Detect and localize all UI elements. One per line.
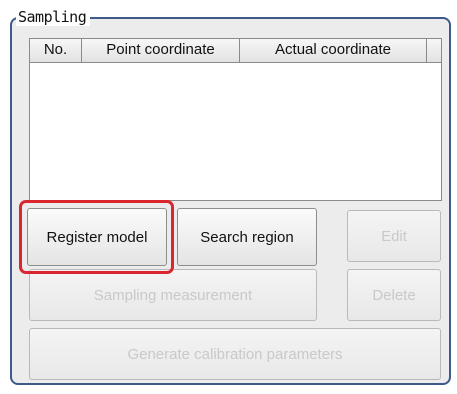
column-header-actual-coordinate[interactable]: Actual coordinate (240, 39, 427, 62)
column-header-point-coordinate[interactable]: Point coordinate (82, 39, 240, 62)
generate-calibration-parameters-button[interactable]: Generate calibration parameters (29, 328, 441, 380)
search-region-button[interactable]: Search region (177, 208, 317, 266)
column-header-empty (427, 39, 441, 62)
sampling-measurement-button[interactable]: Sampling measurement (29, 269, 317, 321)
highlight-box (19, 200, 174, 274)
table-header: No. Point coordinate Actual coordinate (30, 39, 441, 63)
sampling-table[interactable]: No. Point coordinate Actual coordinate (29, 38, 442, 201)
edit-button[interactable]: Edit (347, 210, 441, 262)
table-body[interactable] (30, 63, 441, 200)
sampling-group-title: Sampling (16, 8, 91, 26)
delete-button[interactable]: Delete (347, 269, 441, 321)
column-header-no[interactable]: No. (30, 39, 82, 62)
